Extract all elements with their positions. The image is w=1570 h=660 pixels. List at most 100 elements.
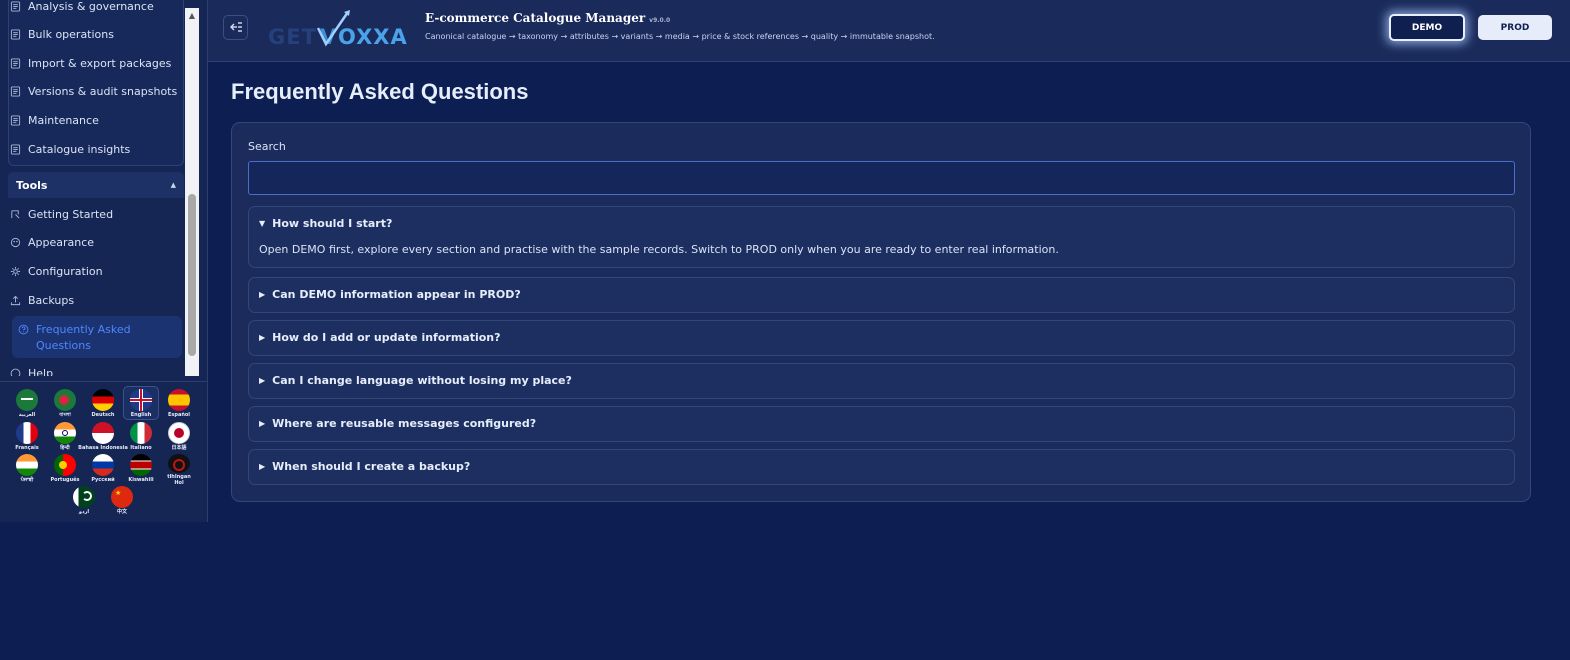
triangle-right-icon: ▶ (259, 462, 266, 471)
flag-japan-icon (168, 422, 190, 444)
triangle-right-icon: ▶ (259, 376, 266, 385)
sidebar-scrollbar[interactable]: ▲ (185, 8, 199, 376)
language-russian[interactable]: Русский (85, 452, 121, 486)
sidebar-item-label: Maintenance (28, 113, 99, 127)
language-chinese[interactable]: ★ 中文 (104, 484, 140, 518)
sidebar-item-appearance[interactable]: Appearance (10, 229, 178, 255)
language-arabic[interactable]: العربية (9, 387, 45, 421)
triangle-right-icon: ▶ (259, 333, 266, 342)
faq-answer: Open DEMO first, explore every section a… (259, 243, 1059, 256)
flag-russia-icon (92, 454, 114, 476)
sidebar-item-backups[interactable]: Backups (10, 287, 178, 313)
scrollbar-thumb[interactable] (188, 194, 196, 356)
sidebar-item-label: Bulk operations (28, 27, 114, 41)
sidebar-item-label: Import & export packages (28, 56, 172, 70)
palette-icon (10, 237, 21, 248)
faq-item-expanded[interactable]: ▼ How should I start? Open DEMO first, e… (248, 206, 1515, 268)
flag-germany-icon (92, 389, 114, 411)
language-french[interactable]: Français (9, 420, 45, 454)
sidebar-item-label: Getting Started (28, 207, 114, 221)
sidebar-item-getting-started[interactable]: Getting Started (10, 201, 178, 227)
triangle-right-icon: ▶ (259, 419, 266, 428)
faq-question[interactable]: ▶ Can DEMO information appear in PROD? (259, 288, 521, 301)
document-icon (10, 28, 21, 40)
gear-icon (10, 266, 21, 277)
flag-saudi-arabia-icon (16, 389, 38, 411)
prod-mode-button[interactable]: PROD (1478, 15, 1552, 40)
start-icon (10, 209, 21, 220)
flag-india-icon (16, 454, 38, 476)
sidebar-item-label: Configuration (28, 264, 103, 278)
language-japanese[interactable]: 日本語 (161, 420, 197, 454)
document-icon (10, 57, 21, 69)
faq-question[interactable]: ▶ When should I create a backup? (259, 460, 470, 473)
faq-item[interactable]: ▶ Can I change language without losing m… (248, 363, 1515, 399)
getvoxxa-logo: GET V OXXA (268, 6, 413, 50)
flag-uk-icon (130, 389, 152, 411)
document-icon (10, 0, 21, 12)
sidebar-item-analysis-governance[interactable]: Analysis & governance (10, 0, 178, 19)
sidebar-item-help[interactable]: Help (10, 360, 178, 376)
sidebar-item-faq[interactable]: Frequently Asked Questions (12, 316, 182, 358)
document-icon (10, 143, 21, 155)
sidebar-item-versions-audit[interactable]: Versions & audit snapshots (10, 78, 178, 104)
top-header: GET V OXXA E-commerce Catalogue Manager v… (208, 0, 1570, 62)
app-title: E-commerce Catalogue Manager v9.0.0 (425, 11, 671, 25)
faq-item[interactable]: ▶ When should I create a backup? (248, 449, 1515, 485)
search-label: Search (248, 140, 286, 153)
scroll-up-arrow-icon[interactable]: ▲ (185, 8, 199, 22)
sidebar-item-catalogue-insights[interactable]: Catalogue insights (10, 136, 178, 162)
document-icon (10, 114, 21, 126)
flag-india-icon (54, 422, 76, 444)
upload-icon (10, 295, 21, 306)
language-klingon[interactable]: tlhIngan Hol (161, 452, 197, 486)
faq-item[interactable]: ▶ Where are reusable messages configured… (248, 406, 1515, 442)
tools-section-header[interactable]: Tools ▲ (8, 172, 184, 198)
klingon-emblem-icon (168, 454, 190, 473)
faq-search-input[interactable] (248, 161, 1515, 195)
flag-spain-icon (168, 389, 190, 411)
language-punjabi[interactable]: ਪੰਜਾਬੀ (9, 452, 45, 486)
page-title: Frequently Asked Questions (231, 79, 529, 104)
collapse-sidebar-button[interactable] (223, 15, 248, 40)
app-subtitle: Canonical catalogue → taxonomy → attribu… (425, 32, 935, 41)
flag-china-icon: ★ (111, 486, 133, 508)
language-bangla[interactable]: বাংলা (47, 387, 83, 421)
collapse-sidebar-icon (229, 18, 243, 37)
sidebar-item-bulk-operations[interactable]: Bulk operations (10, 21, 178, 47)
language-portuguese[interactable]: Português (47, 452, 83, 486)
sidebar-nav[interactable]: Analysis & governance Bulk operations Im… (0, 0, 200, 376)
app-version: v9.0.0 (649, 17, 671, 24)
language-swahili[interactable]: Kiswahili (123, 452, 159, 486)
sidebar-item-label: Versions & audit snapshots (28, 84, 178, 98)
sidebar-item-label: Analysis & governance (28, 0, 154, 13)
faq-question[interactable]: ▶ Where are reusable messages configured… (259, 417, 536, 430)
language-english[interactable]: English (123, 386, 159, 420)
faq-question[interactable]: ▶ How do I add or update information? (259, 331, 501, 344)
sidebar-item-label: Appearance (28, 235, 95, 249)
svg-text:OXXA: OXXA (338, 25, 408, 49)
language-spanish[interactable]: Español (161, 387, 197, 421)
flag-portugal-icon (54, 454, 76, 476)
sidebar-item-import-export[interactable]: Import & export packages (10, 50, 178, 76)
sidebar-item-label: Frequently Asked Questions (36, 323, 131, 352)
triangle-right-icon: ▶ (259, 290, 266, 299)
sidebar-item-configuration[interactable]: Configuration (10, 258, 178, 284)
svg-text:GET: GET (268, 25, 317, 49)
faq-question[interactable]: ▼ How should I start? (259, 217, 392, 230)
triangle-down-icon: ▼ (259, 219, 266, 228)
language-urdu[interactable]: اردو (66, 484, 102, 518)
sidebar-item-label: Help (28, 366, 54, 377)
faq-item[interactable]: ▶ Can DEMO information appear in PROD? (248, 277, 1515, 313)
language-italian[interactable]: Italiano (123, 420, 159, 454)
demo-mode-button[interactable]: DEMO (1389, 14, 1465, 41)
sidebar-item-label: Backups (28, 293, 75, 307)
language-indonesian[interactable]: Bahasa Indonesia (78, 420, 128, 454)
faq-card: Search ▼ How should I start? Open DEMO f… (231, 122, 1531, 502)
faq-question[interactable]: ▶ Can I change language without losing m… (259, 374, 572, 387)
faq-item[interactable]: ▶ How do I add or update information? (248, 320, 1515, 356)
language-german[interactable]: Deutsch (85, 387, 121, 421)
document-icon (10, 85, 21, 97)
sidebar-item-maintenance[interactable]: Maintenance (10, 107, 178, 133)
flag-indonesia-icon (92, 422, 114, 444)
